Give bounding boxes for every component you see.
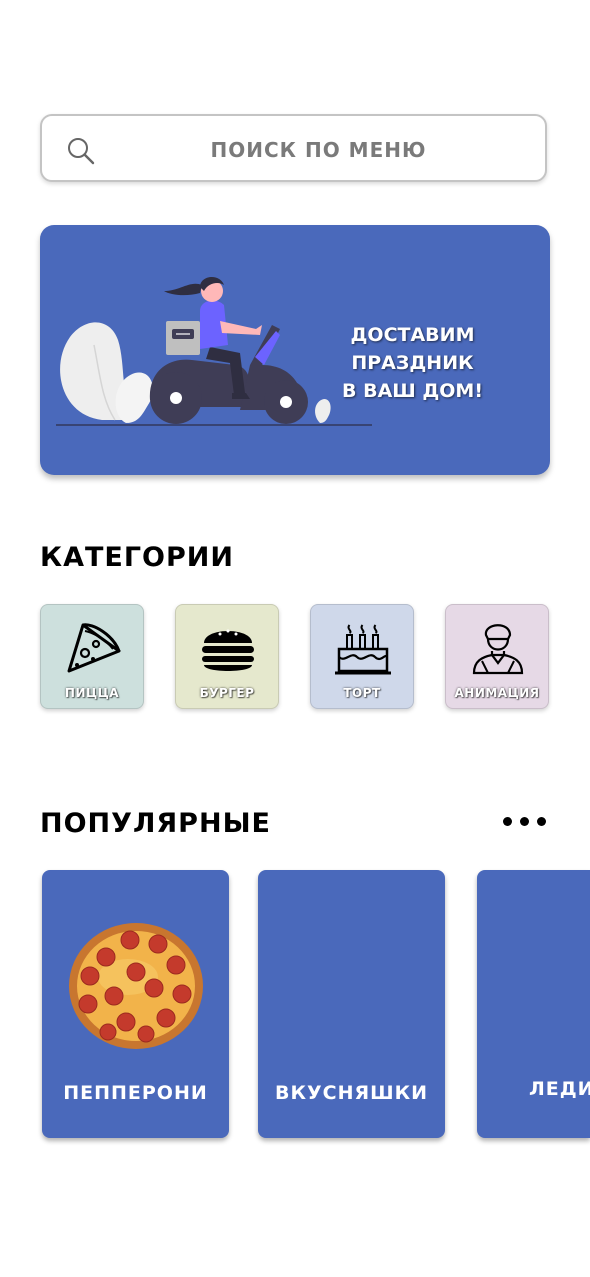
more-dots-icon[interactable]	[503, 817, 546, 826]
search-icon	[68, 138, 95, 165]
animator-icon	[472, 624, 524, 675]
category-animation[interactable]: АНИМАЦИЯ	[445, 604, 549, 709]
popular-title: ПОПУЛЯРНЫЕ	[40, 808, 271, 839]
category-label: АНИМАЦИЯ	[454, 686, 540, 700]
card-label: ЛЕДИ	[529, 1078, 590, 1100]
search-input[interactable]	[112, 130, 525, 170]
category-cake[interactable]: ТОРТ	[310, 604, 414, 709]
card-label: ВКУСНЯШКИ	[274, 1082, 429, 1104]
banner-line-1: ДОСТАВИМ ПРАЗДНИК	[350, 324, 475, 374]
banner-headline: ДОСТАВИМ ПРАЗДНИК В ВАШ ДОМ!	[290, 321, 535, 405]
cake-icon	[335, 624, 391, 675]
category-label: БУРГЕР	[199, 686, 255, 700]
category-pizza[interactable]: ПИЦЦА	[40, 604, 144, 709]
popular-card-pepperoni[interactable]: ПЕППЕРОНИ	[42, 870, 229, 1138]
card-label: ПЕППЕРОНИ	[63, 1082, 208, 1104]
burger-icon	[202, 629, 254, 671]
popular-card-ledi[interactable]: ЛЕДИ	[477, 870, 590, 1138]
promo-banner[interactable]: ДОСТАВИМ ПРАЗДНИК В ВАШ ДОМ!	[40, 225, 550, 475]
pepperoni-pizza-image	[69, 923, 203, 1049]
banner-line-2: В ВАШ ДОМ!	[341, 380, 483, 402]
popular-card-vkusnyashki[interactable]: ВКУСНЯШКИ	[258, 870, 445, 1138]
category-label: ТОРТ	[343, 686, 381, 700]
pizza-icon	[67, 623, 121, 673]
category-burger[interactable]: БУРГЕР	[175, 604, 279, 709]
search-bar[interactable]	[40, 114, 547, 182]
categories-title: КАТЕГОРИИ	[40, 542, 234, 573]
category-label: ПИЦЦА	[64, 686, 120, 700]
